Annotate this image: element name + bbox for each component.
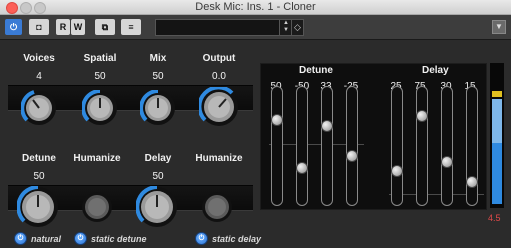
function-menu-button[interactable]: ≡ (121, 19, 141, 35)
detune-voice-2-thumb[interactable] (296, 162, 308, 174)
detune-knob[interactable] (17, 186, 59, 228)
detune-humanize-label: Humanize (73, 153, 121, 164)
spatial-label: Spatial (83, 53, 117, 64)
ab-compare-button[interactable]: ⧉ (95, 19, 115, 35)
meter-hold-segment (492, 99, 502, 143)
static-detune-toggle[interactable]: ⏻ static detune (74, 232, 147, 245)
window-title: Desk Mic: Ins. 1 - Cloner (195, 1, 316, 13)
detune-voice-3-slider[interactable] (321, 86, 333, 206)
natural-toggle[interactable]: ⏻ natural (14, 232, 61, 245)
delay-voice-2-thumb[interactable] (416, 110, 428, 122)
menu-icon: ≡ (128, 22, 134, 32)
detune-knob-label: Detune (22, 153, 56, 164)
power-icon: ⏻ (9, 21, 18, 32)
delay-knob[interactable] (136, 186, 178, 228)
meter-level-segment (492, 143, 502, 204)
detune-humanize-knob[interactable] (81, 191, 113, 223)
mix-value: 50 (152, 71, 164, 82)
meter-peak-segment (492, 91, 502, 97)
toggle-on-icon: ⏻ (74, 232, 87, 245)
delay-knob-value: 50 (152, 171, 164, 182)
detune-voice-3-thumb[interactable] (321, 120, 333, 132)
natural-toggle-label: natural (31, 233, 62, 244)
plugin-toolbar: ⏻ ◘ R W ⧉ ≡ ▲ ▼ ◇ ▼ (0, 15, 511, 40)
output-label: Output (202, 53, 236, 64)
detune-knob-value: 50 (33, 171, 45, 182)
mix-label: Mix (149, 53, 167, 64)
write-automation-button[interactable]: W (71, 19, 85, 35)
detune-voice-4-thumb[interactable] (346, 150, 358, 162)
detune-voice-1-thumb[interactable] (271, 114, 283, 126)
detune-voice-4-slider[interactable] (346, 86, 358, 206)
voice-slider-display: Detune Delay 50 -50 33 -25 25 75 30 15 (260, 63, 487, 210)
toggle-on-icon: ⏻ (195, 232, 208, 245)
delay-voice-1-slider[interactable] (391, 86, 403, 206)
static-detune-toggle-label: static detune (91, 233, 147, 244)
bypass-icon: ◘ (36, 22, 42, 32)
output-meter-value: 4.5 (488, 213, 501, 223)
delay-voice-3-slider[interactable] (441, 86, 453, 206)
mix-knob[interactable] (140, 90, 176, 126)
chevron-down-icon: ▼ (495, 22, 503, 31)
window-titlebar: Desk Mic: Ins. 1 - Cloner (0, 0, 511, 15)
delay-knob-label: Delay (144, 153, 172, 164)
delay-humanize-knob[interactable] (201, 191, 233, 223)
delay-voice-3-thumb[interactable] (441, 156, 453, 168)
voices-label: Voices (23, 53, 55, 64)
collapse-button[interactable]: ▼ (492, 20, 506, 34)
detune-voice-2-slider[interactable] (296, 86, 308, 206)
bypass-button[interactable]: ◘ (29, 19, 49, 35)
spatial-knob[interactable] (82, 90, 118, 126)
plugin-panel: Voices Spatial Mix Output 4 50 50 0.0 De… (0, 40, 511, 248)
output-meter (490, 63, 504, 208)
power-button[interactable]: ⏻ (5, 19, 22, 35)
load-preset-button[interactable]: ◇ (291, 19, 304, 36)
preset-field[interactable] (155, 19, 280, 36)
load-preset-icon: ◇ (294, 22, 301, 32)
static-delay-toggle-label: static delay (212, 233, 262, 244)
ab-compare-icon: ⧉ (101, 21, 109, 32)
delay-section-label: Delay (422, 65, 449, 76)
read-automation-button[interactable]: R (56, 19, 70, 35)
delay-humanize-label: Humanize (195, 153, 243, 164)
output-knob[interactable] (199, 87, 239, 127)
detune-voice-1-slider[interactable] (271, 86, 283, 206)
output-value: 0.0 (212, 71, 226, 82)
delay-voice-4-slider[interactable] (466, 86, 478, 206)
voices-value: 4 (36, 71, 42, 82)
spatial-value: 50 (94, 71, 106, 82)
voices-knob[interactable] (21, 90, 57, 126)
delay-voice-4-thumb[interactable] (466, 176, 478, 188)
toggle-on-icon: ⏻ (14, 232, 27, 245)
detune-section-label: Detune (299, 65, 333, 76)
delay-voice-2-slider[interactable] (416, 86, 428, 206)
delay-voice-1-thumb[interactable] (391, 165, 403, 177)
static-delay-toggle[interactable]: ⏻ static delay (195, 232, 261, 245)
